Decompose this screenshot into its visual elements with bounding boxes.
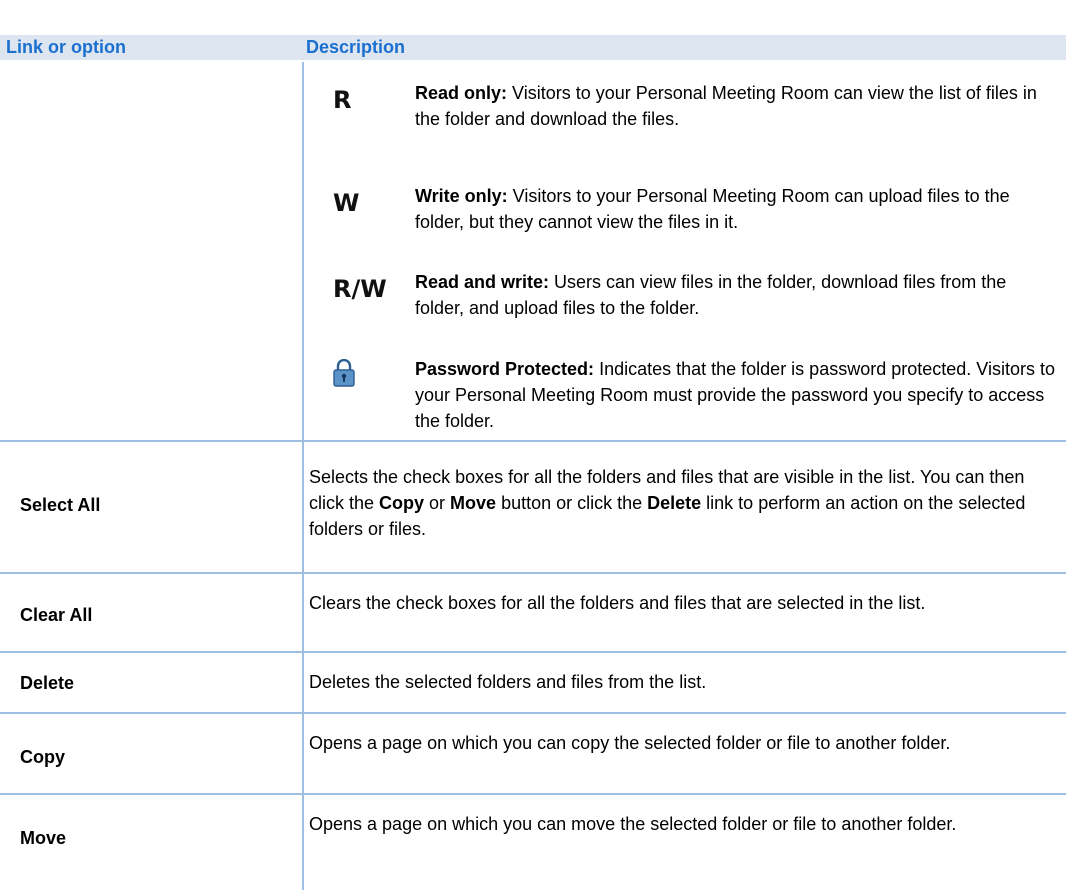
move-description: Opens a page on which you can move the s… <box>309 814 957 834</box>
write-only-code: W <box>333 189 360 217</box>
read-only-description: Read only: Visitors to your Personal Mee… <box>415 83 1037 129</box>
row-divider <box>0 712 1066 714</box>
write-only-description: Write only: Visitors to your Personal Me… <box>415 186 1010 232</box>
copy-description: Opens a page on which you can copy the s… <box>309 733 951 753</box>
column-header-description: Description <box>306 37 406 57</box>
table-header: Link or option Description <box>0 0 1066 62</box>
copy-label: Copy <box>20 747 65 767</box>
column-header-link-or-option: Link or option <box>6 37 126 57</box>
row-divider <box>0 793 1066 795</box>
lock-icon <box>333 359 355 387</box>
header-bar <box>0 35 1066 60</box>
read-write-description: Read and write: Users can view files in … <box>415 272 1007 318</box>
read-only-code: R <box>333 86 352 114</box>
clear-all-label: Clear All <box>20 605 93 625</box>
delete-description: Deletes the selected folders and files f… <box>309 672 707 692</box>
select-all-label: Select All <box>20 495 101 515</box>
row-divider <box>0 440 1066 442</box>
password-protected-description: Password Protected: Indicates that the f… <box>415 359 1055 431</box>
delete-label: Delete <box>20 673 75 693</box>
row-divider <box>0 572 1066 574</box>
column-divider <box>302 62 304 890</box>
move-label: Move <box>20 828 67 848</box>
row-divider <box>0 651 1066 653</box>
read-write-code: R/W <box>333 275 387 303</box>
clear-all-description: Clears the check boxes for all the folde… <box>309 593 926 613</box>
select-all-description: Selects the check boxes for all the fold… <box>309 467 1026 539</box>
